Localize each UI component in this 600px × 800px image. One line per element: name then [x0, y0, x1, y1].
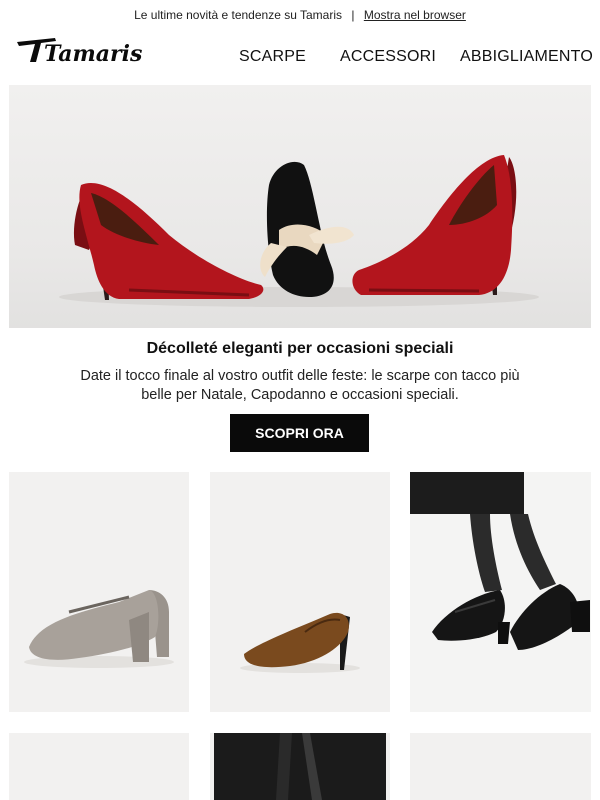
red-pumps-hero-image: [59, 155, 539, 307]
hero-banner[interactable]: [9, 85, 591, 328]
preheader-text: Le ultime novità e tendenze su Tamaris: [134, 8, 343, 22]
grey-mary-jane-pump-icon: [24, 590, 174, 668]
preheader: Le ultime novità e tendenze su Tamaris |…: [0, 8, 600, 22]
product-tile-1[interactable]: [9, 472, 189, 712]
brown-pump-icon: [240, 612, 360, 673]
tamaris-logo-icon: Tamaris: [17, 38, 142, 67]
nav-clothing[interactable]: ABBIGLIAMENTO: [460, 48, 593, 66]
product-tile-2[interactable]: [210, 472, 390, 712]
discover-now-button[interactable]: SCOPRI ORA: [230, 414, 369, 452]
nav-shoes[interactable]: SCARPE: [239, 48, 306, 66]
view-in-browser-link[interactable]: Mostra nel browser: [364, 8, 466, 22]
tamaris-logo[interactable]: Tamaris: [15, 36, 157, 76]
header: Tamaris SCARPE ACCESSORI ABBIGLIAMENTO: [0, 36, 600, 76]
nav-accessories[interactable]: ACCESSORI: [340, 48, 436, 66]
product-image-placeholder-icon: [410, 733, 591, 800]
hero-headline: Décolleté eleganti per occasioni special…: [146, 340, 454, 357]
hero-description: Date il tocco finale al vostro outfit de…: [80, 368, 520, 403]
black-mary-jane-worn-icon: [410, 472, 590, 650]
product-tile-6[interactable]: [410, 733, 591, 800]
preheader-separator: |: [351, 8, 355, 22]
product-tile-4[interactable]: [9, 733, 189, 800]
black-skirt-legs-icon: [214, 733, 386, 800]
product-image-placeholder-icon: [9, 733, 189, 800]
product-tile-3[interactable]: [410, 472, 591, 712]
logo-wordmark: Tamaris: [44, 41, 142, 67]
product-tile-5[interactable]: [210, 733, 390, 800]
